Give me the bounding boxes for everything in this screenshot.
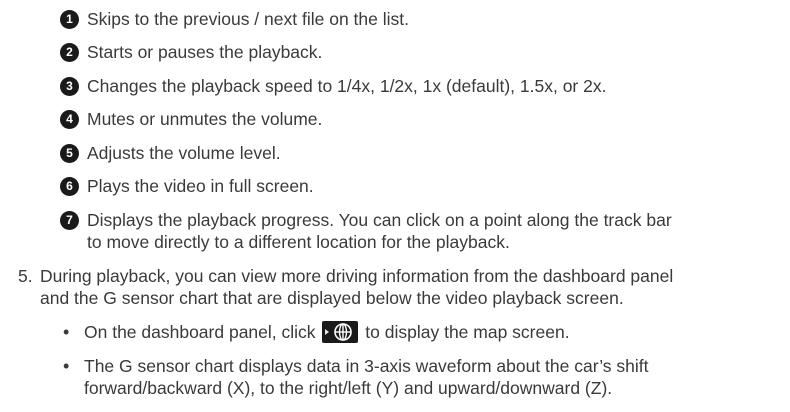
callout-number-1: 1 — [60, 10, 79, 29]
callout-number-5: 5 — [60, 144, 79, 163]
map-globe-icon — [322, 321, 359, 343]
bullet-text-2-line1: The G sensor chart displays data in 3-ax… — [84, 356, 649, 376]
bullet-text-2-line2: forward/backward (X), to the right/left … — [84, 378, 613, 398]
bullet-1-before: On the dashboard panel, click — [84, 322, 316, 342]
callout-text-5: Adjusts the volume level. — [87, 143, 281, 163]
callout-text-7-line2: to move directly to a different location… — [87, 232, 510, 252]
callout-text-1: Skips to the previous / next file on the… — [87, 9, 409, 29]
callout-text-7-line1: Displays the playback progress. You can … — [87, 210, 672, 230]
callout-text-6: Plays the video in full screen. — [87, 176, 314, 196]
bullet-1-after: to display the map screen. — [365, 322, 570, 342]
callout-number-2: 2 — [60, 43, 79, 62]
manual-page: { "callouts": [ {"num": "1", "text": "Sk… — [0, 0, 790, 412]
step-number: 5. — [18, 266, 33, 286]
callout-number-6: 6 — [60, 177, 79, 196]
bullet-dot-2: • — [63, 356, 70, 376]
step-text-line2: and the G sensor chart that are displaye… — [40, 288, 624, 308]
callout-number-7: 7 — [60, 211, 79, 230]
bullet-dot-1: • — [63, 322, 70, 342]
callout-number-4: 4 — [60, 110, 79, 129]
callout-text-4: Mutes or unmutes the volume. — [87, 109, 323, 129]
callout-text-2: Starts or pauses the playback. — [87, 42, 323, 62]
step-text-line1: During playback, you can view more drivi… — [40, 266, 674, 286]
bullet-text-1: On the dashboard panel, click to display… — [84, 321, 570, 343]
callout-number-3: 3 — [60, 77, 79, 96]
callout-text-3: Changes the playback speed to 1/4x, 1/2x… — [87, 76, 607, 96]
